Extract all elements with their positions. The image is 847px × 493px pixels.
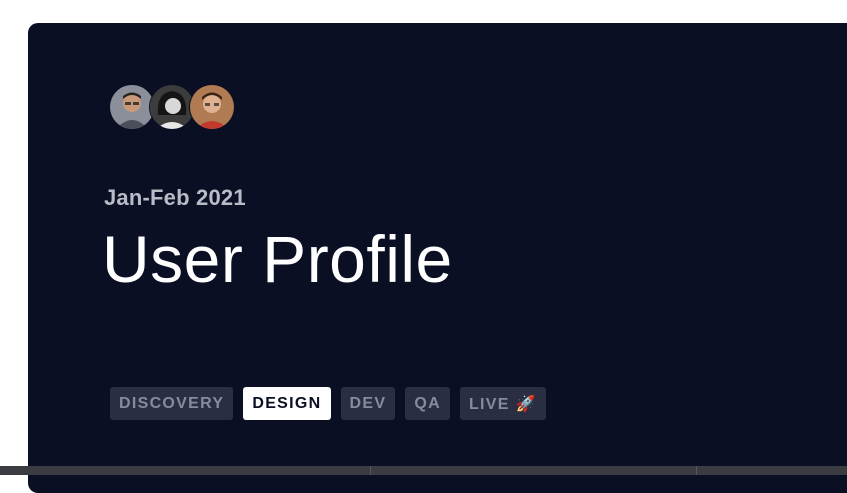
stage-tag-design[interactable]: DESIGN [243,387,331,420]
stage-tags: DISCOVERY DESIGN DEV QA LIVE 🚀 [110,387,546,420]
page-title: User Profile [102,222,453,296]
avatar-group [110,85,234,129]
avatar[interactable] [110,85,154,129]
project-card: Jan-Feb 2021 User Profile DISCOVERY DESI… [28,23,847,493]
window-bottom-bar [0,466,847,475]
bottom-bar-segment [0,466,371,475]
avatar[interactable] [190,85,234,129]
person-avatar-3-icon [190,85,234,129]
stage-tag-discovery[interactable]: DISCOVERY [110,387,234,420]
avatar[interactable] [150,85,194,129]
bottom-bar-segment [371,466,698,475]
date-range: Jan-Feb 2021 [104,185,246,210]
person-avatar-2-icon [150,85,194,129]
bottom-bar-segment [697,466,847,475]
stage-tag-qa[interactable]: QA [405,387,450,420]
stage-tag-dev[interactable]: DEV [340,387,396,420]
stage-tag-live[interactable]: LIVE 🚀 [459,387,546,420]
person-avatar-1-icon [110,85,154,129]
